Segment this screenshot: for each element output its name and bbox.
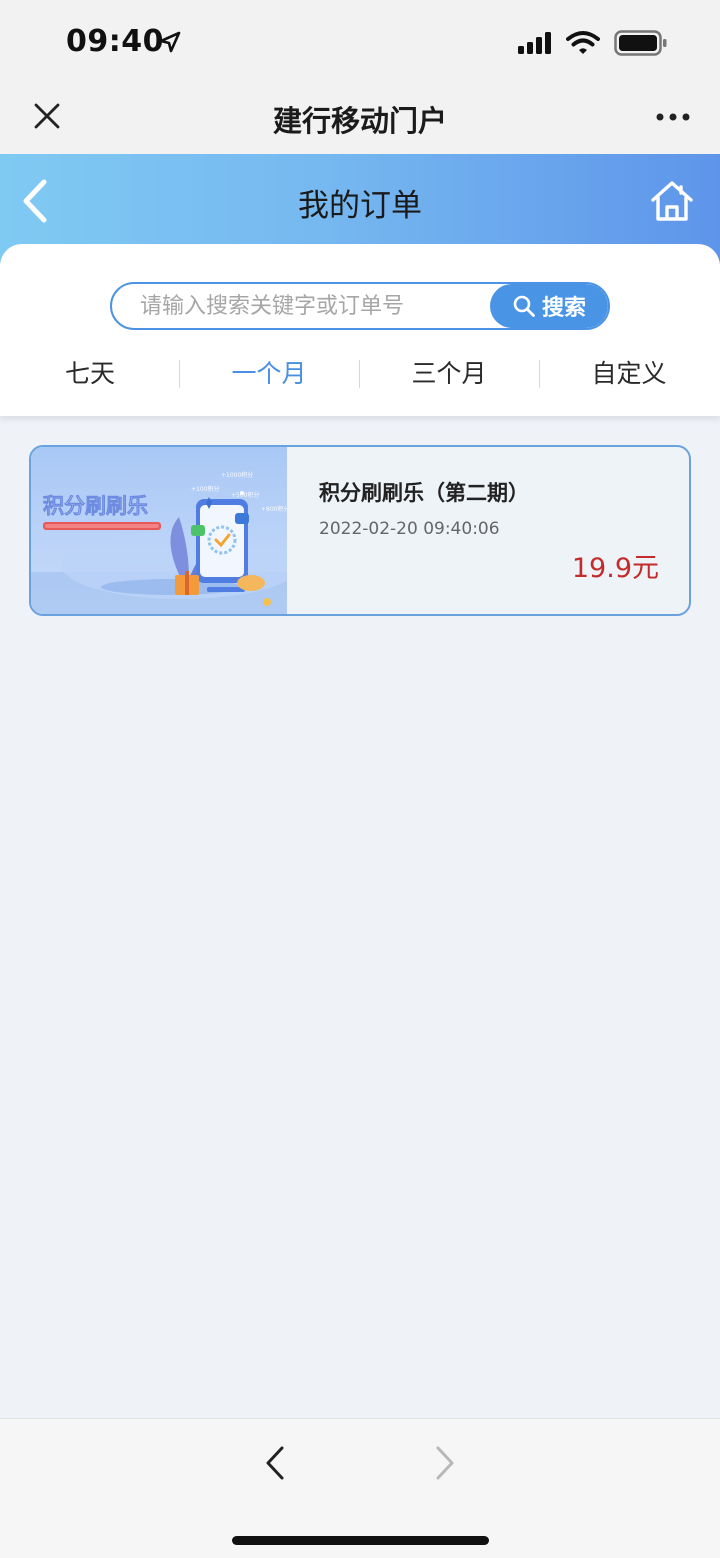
order-thumbnail: +1000积分 +100积分 +500积分 +800积分 积分刷刷乐 bbox=[31, 447, 287, 614]
home-indicator[interactable] bbox=[232, 1536, 489, 1545]
nav-back-icon[interactable] bbox=[262, 1443, 288, 1483]
battery-icon bbox=[614, 30, 667, 56]
search-bar: 搜索 bbox=[110, 282, 610, 330]
search-input[interactable] bbox=[140, 284, 480, 328]
status-time: 09:40 bbox=[66, 24, 164, 59]
search-icon bbox=[513, 295, 535, 317]
browser-nav-bar bbox=[0, 1418, 720, 1558]
tab-seven-days[interactable]: 七天 bbox=[0, 354, 180, 394]
app-title-bar: 建行移动门户 bbox=[0, 86, 720, 154]
svg-text:+1000积分: +1000积分 bbox=[221, 471, 253, 479]
thumbnail-title: 积分刷刷乐 bbox=[43, 494, 148, 518]
cellular-signal-icon bbox=[518, 32, 551, 54]
nav-forward-icon[interactable] bbox=[432, 1443, 458, 1483]
tab-custom[interactable]: 自定义 bbox=[539, 354, 719, 394]
tab-one-month[interactable]: 一个月 bbox=[179, 354, 359, 394]
time-range-tabs: 七天 一个月 三个月 自定义 bbox=[0, 354, 720, 394]
svg-text:+100积分: +100积分 bbox=[191, 485, 219, 493]
status-bar: 09:40 bbox=[0, 0, 720, 86]
search-button[interactable]: 搜索 bbox=[490, 284, 608, 328]
filter-panel: 搜索 七天 一个月 三个月 自定义 bbox=[0, 244, 720, 416]
location-arrow-icon bbox=[159, 31, 181, 53]
page-title: 我的订单 bbox=[298, 188, 422, 224]
svg-text:+800积分: +800积分 bbox=[261, 505, 287, 513]
order-card[interactable]: +1000积分 +100积分 +500积分 +800积分 积分刷刷乐 积分刷刷乐… bbox=[29, 445, 691, 616]
search-button-label: 搜索 bbox=[541, 296, 586, 321]
wifi-icon bbox=[566, 31, 600, 54]
order-name: 积分刷刷乐（第二期） bbox=[319, 481, 529, 505]
order-price: 19.9元 bbox=[571, 553, 659, 584]
app-title: 建行移动门户 bbox=[272, 104, 447, 138]
order-time: 2022-02-20 09:40:06 bbox=[319, 519, 500, 539]
svg-text:+500积分: +500积分 bbox=[231, 491, 259, 499]
home-icon[interactable] bbox=[650, 180, 694, 222]
more-options-icon[interactable] bbox=[656, 112, 690, 122]
tab-three-months[interactable]: 三个月 bbox=[359, 354, 539, 394]
